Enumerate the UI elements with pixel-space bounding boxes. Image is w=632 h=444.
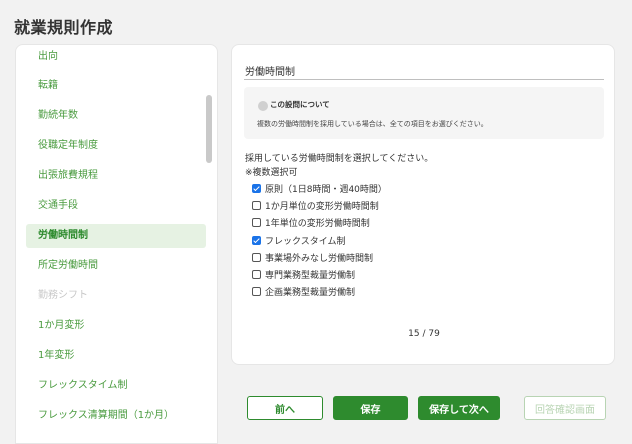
option-label: 企画業務型裁量労働制 <box>265 287 356 298</box>
checkbox-icon[interactable] <box>252 217 261 227</box>
sidebar-item-rodo-jikan-sei[interactable]: 労働時間制 <box>26 224 206 248</box>
option-senmon-sairyo[interactable]: 専門業務型裁量労働制 <box>252 267 355 281</box>
option-kikaku-sairyo[interactable]: 企画業務型裁量労働制 <box>252 284 355 298</box>
sidebar-item-kinzoku-nensu[interactable]: 勤続年数 <box>26 104 206 128</box>
review-answers-button[interactable]: 回答確認画面 <box>524 396 606 420</box>
sidebar-item-flex-seisan[interactable]: フレックス清算期間（1か月） <box>26 404 206 428</box>
option-1kagetsu-henkei[interactable]: 1か月単位の変形労働時間制 <box>252 198 379 212</box>
info-text: 複数の労働時間制を採用している場合は、全ての項目をお選びください。 <box>257 120 488 128</box>
sidebar-item-flextime[interactable]: フレックスタイム制 <box>26 374 206 398</box>
info-icon <box>258 101 268 111</box>
section-title: 労働時間制 <box>245 67 295 78</box>
sidebar-item-kinmu-shift: 勤務シフト <box>38 290 88 301</box>
checkbox-icon[interactable] <box>252 286 261 296</box>
option-gensoku[interactable]: 原則（1日8時間・週40時間） <box>252 181 387 195</box>
sidebar-item-yakushoku-teinen[interactable]: 役職定年制度 <box>26 134 206 158</box>
info-box: この設問について 複数の労働時間制を採用している場合は、全ての項目をお選びくださ… <box>244 87 604 139</box>
option-label: 1か月単位の変形労働時間制 <box>265 201 379 212</box>
checkbox-icon[interactable] <box>252 269 261 279</box>
sidebar-item-shotei-rodo-jikan[interactable]: 所定労働時間 <box>26 254 206 278</box>
sidebar-item-1nen-henkei[interactable]: 1年変形 <box>26 344 206 368</box>
info-title: この設問について <box>270 100 330 109</box>
multi-select-note: ※複数選択可 <box>245 168 298 178</box>
sidebar-scrollbar[interactable] <box>206 95 212 163</box>
page-counter: 15 / 79 <box>408 329 440 339</box>
checkbox-checked-icon[interactable] <box>252 235 261 245</box>
checkbox-icon[interactable] <box>252 252 261 262</box>
option-label: フレックスタイム制 <box>265 236 346 247</box>
question-panel: 労働時間制 この設問について 複数の労働時間制を採用している場合は、全ての項目を… <box>231 44 615 365</box>
option-label: 事業場外みなし労働時間制 <box>265 253 374 264</box>
sidebar-item-tenseki[interactable]: 転籍 <box>26 74 206 98</box>
question-text: 採用している労働時間制を選択してください。 <box>245 154 434 164</box>
checkbox-icon[interactable] <box>252 200 261 210</box>
sidebar-item-shukko[interactable]: 出向 <box>26 45 206 69</box>
option-jigyojogai-minashi[interactable]: 事業場外みなし労働時間制 <box>252 250 373 264</box>
save-and-next-button[interactable]: 保存して次へ <box>418 396 500 420</box>
option-1nen-henkei[interactable]: 1年単位の変形労働時間制 <box>252 215 370 229</box>
sidebar-item-shutcho-ryohi[interactable]: 出張旅費規程 <box>26 164 206 188</box>
page-title: 就業規則作成 <box>14 18 114 37</box>
option-label: 専門業務型裁量労働制 <box>265 270 356 281</box>
save-button[interactable]: 保存 <box>333 396 408 420</box>
option-label: 原則（1日8時間・週40時間） <box>265 184 387 195</box>
sidebar: 出向 転籍 勤続年数 役職定年制度 出張旅費規程 交通手段 労働時間制 所定労働… <box>15 44 218 444</box>
option-label: 1年単位の変形労働時間制 <box>265 218 370 229</box>
prev-button[interactable]: 前へ <box>247 396 323 420</box>
checkbox-checked-icon[interactable] <box>252 183 261 193</box>
option-flextime[interactable]: フレックスタイム制 <box>252 233 346 247</box>
section-divider <box>244 79 604 80</box>
sidebar-item-1kagetsu-henkei[interactable]: 1か月変形 <box>26 314 206 338</box>
sidebar-item-kotsu-shudan[interactable]: 交通手段 <box>26 194 206 218</box>
